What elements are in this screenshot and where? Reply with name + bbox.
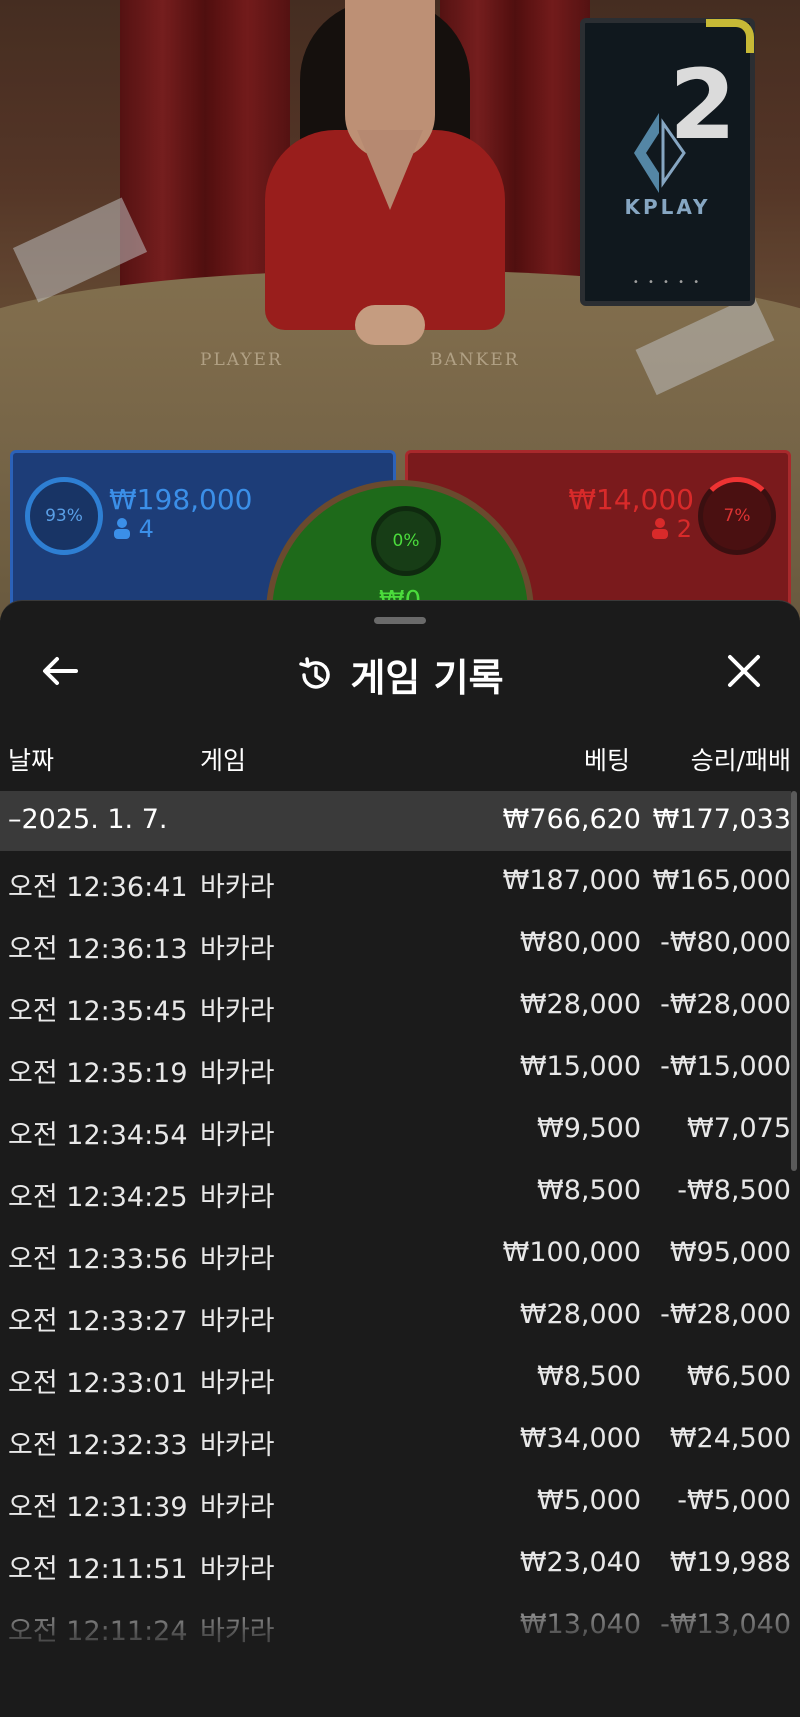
row-win-loss: ₩95,000 [669, 1237, 791, 1268]
column-header-bet: 베팅 [583, 746, 630, 775]
sheet-title: 게임 기록 [350, 656, 504, 700]
row-win-loss: -₩8,500 [677, 1175, 791, 1206]
row-game: 바카라 [200, 872, 275, 903]
history-list: 오전 12:36:41 바카라 ₩187,000 ₩165,000 오전 12:36:1… [0, 851, 791, 1657]
row-time: 오전 12:35:19 [8, 1058, 188, 1089]
row-game: 바카라 [200, 996, 275, 1027]
row-win-loss: -₩13,040 [660, 1609, 791, 1640]
row-game: 바카라 [200, 1058, 275, 1089]
row-bet: ₩28,000 [519, 1299, 641, 1330]
row-time: 오전 12:33:27 [8, 1306, 188, 1337]
row-game: 바카라 [200, 1306, 275, 1337]
row-bet: ₩8,500 [537, 1361, 641, 1392]
row-game: 바카라 [200, 934, 275, 965]
date-group-row[interactable]: –2025. 1. 7. ₩766,620 ₩177,033 [0, 791, 791, 851]
row-win-loss: -₩80,000 [660, 927, 791, 958]
tie-percent: 0% [392, 531, 420, 551]
history-row[interactable]: 오전 12:33:27 바카라 ₩28,000 -₩28,000 [0, 1285, 791, 1347]
row-bet: ₩13,040 [519, 1609, 641, 1640]
row-time: 오전 12:34:25 [8, 1182, 188, 1213]
row-win-loss: -₩28,000 [660, 1299, 791, 1330]
row-game: 바카라 [200, 1492, 275, 1523]
row-win-loss: ₩7,075 [687, 1113, 791, 1144]
row-game: 바카라 [200, 1182, 275, 1213]
history-row[interactable]: 오전 12:36:41 바카라 ₩187,000 ₩165,000 [0, 851, 791, 913]
row-time: 오전 12:11:24 [8, 1616, 188, 1647]
row-win-loss: ₩24,500 [669, 1423, 791, 1454]
row-win-loss: -₩28,000 [660, 989, 791, 1020]
row-game: 바카라 [200, 1368, 275, 1399]
row-bet: ₩8,500 [537, 1175, 641, 1206]
history-row[interactable]: 오전 12:33:56 바카라 ₩100,000 ₩95,000 [0, 1223, 791, 1285]
date-group-date: –2025. 1. 7. [8, 804, 168, 835]
banker-bettor-count: 2 [676, 515, 692, 543]
row-bet: ₩9,500 [537, 1113, 641, 1144]
row-win-loss: ₩19,988 [669, 1547, 791, 1578]
history-row[interactable]: 오전 12:34:54 바카라 ₩9,500 ₩7,075 [0, 1099, 791, 1161]
row-game: 바카라 [200, 1616, 275, 1647]
row-time: 오전 12:11:51 [8, 1554, 188, 1585]
history-row[interactable]: 오전 12:34:25 바카라 ₩8,500 -₩8,500 [0, 1161, 791, 1223]
row-bet: ₩80,000 [519, 927, 641, 958]
person-icon [114, 518, 130, 539]
column-header-date: 날짜 [8, 746, 55, 775]
history-row[interactable]: 오전 12:35:19 바카라 ₩15,000 -₩15,000 [0, 1037, 791, 1099]
row-bet: ₩23,040 [519, 1547, 641, 1578]
player-percent: 93% [45, 506, 83, 526]
column-header-game: 게임 [200, 746, 247, 775]
row-time: 오전 12:32:33 [8, 1430, 188, 1461]
game-history-sheet: 게임 기록 날짜 게임 베팅 승리/패배 –2025. 1. 7. ₩766,6… [0, 600, 800, 1717]
scrollbar[interactable] [791, 791, 797, 1171]
history-row[interactable]: 오전 12:33:01 바카라 ₩8,500 ₩6,500 [0, 1347, 791, 1409]
history-row[interactable]: 오전 12:11:51 바카라 ₩23,040 ₩19,988 [0, 1533, 791, 1595]
row-time: 오전 12:36:13 [8, 934, 188, 965]
row-time: 오전 12:34:54 [8, 1120, 188, 1151]
row-win-loss: ₩6,500 [687, 1361, 791, 1392]
row-game: 바카라 [200, 1244, 275, 1275]
history-row[interactable]: 오전 12:31:39 바카라 ₩5,000 -₩5,000 [0, 1471, 791, 1533]
history-row[interactable]: 오전 12:36:13 바카라 ₩80,000 -₩80,000 [0, 913, 791, 975]
row-win-loss: -₩5,000 [677, 1485, 791, 1516]
player-amount: ₩198,000 [109, 483, 253, 516]
column-header-win-loss: 승리/패배 [690, 746, 791, 775]
row-bet: ₩15,000 [519, 1051, 641, 1082]
player-bettor-count: 4 [138, 515, 154, 543]
date-group-bet-total: ₩766,620 [502, 804, 641, 835]
person-icon [652, 518, 669, 539]
row-bet: ₩28,000 [519, 989, 641, 1020]
table-header: 날짜 게임 베팅 승리/패배 [0, 741, 800, 781]
row-time: 오전 12:33:56 [8, 1244, 188, 1275]
row-bet: ₩5,000 [537, 1485, 641, 1516]
tie-percent-ring: 0% [371, 506, 441, 576]
row-time: 오전 12:35:45 [8, 996, 188, 1027]
row-time: 오전 12:33:01 [8, 1368, 188, 1399]
row-game: 바카라 [200, 1430, 275, 1461]
row-bet: ₩187,000 [502, 865, 641, 896]
row-time: 오전 12:36:41 [8, 872, 188, 903]
row-game: 바카라 [200, 1120, 275, 1151]
date-group-win-loss-total: ₩177,033 [652, 804, 791, 835]
history-row[interactable]: 오전 12:35:45 바카라 ₩28,000 -₩28,000 [0, 975, 791, 1037]
sheet-grabber[interactable] [374, 617, 426, 624]
banker-bettors: 2 [651, 515, 692, 543]
banker-percent: 7% [723, 506, 751, 526]
row-time: 오전 12:31:39 [8, 1492, 188, 1523]
history-icon [299, 656, 331, 689]
row-win-loss: -₩15,000 [660, 1051, 791, 1082]
player-percent-ring: 93% [25, 477, 103, 555]
player-bettors: 4 [113, 515, 154, 543]
row-bet: ₩100,000 [502, 1237, 641, 1268]
close-button[interactable] [720, 647, 768, 695]
row-game: 바카라 [200, 1554, 275, 1585]
banker-percent-ring: 7% [698, 477, 776, 555]
history-row[interactable]: 오전 12:32:33 바카라 ₩34,000 ₩24,500 [0, 1409, 791, 1471]
row-win-loss: ₩165,000 [652, 865, 791, 896]
row-bet: ₩34,000 [519, 1423, 641, 1454]
close-icon [728, 655, 760, 687]
history-row[interactable]: 오전 12:11:24 바카라 ₩13,040 -₩13,040 [0, 1595, 791, 1657]
banker-amount: ₩14,000 [568, 483, 694, 516]
sheet-header: 게임 기록 [0, 647, 800, 702]
